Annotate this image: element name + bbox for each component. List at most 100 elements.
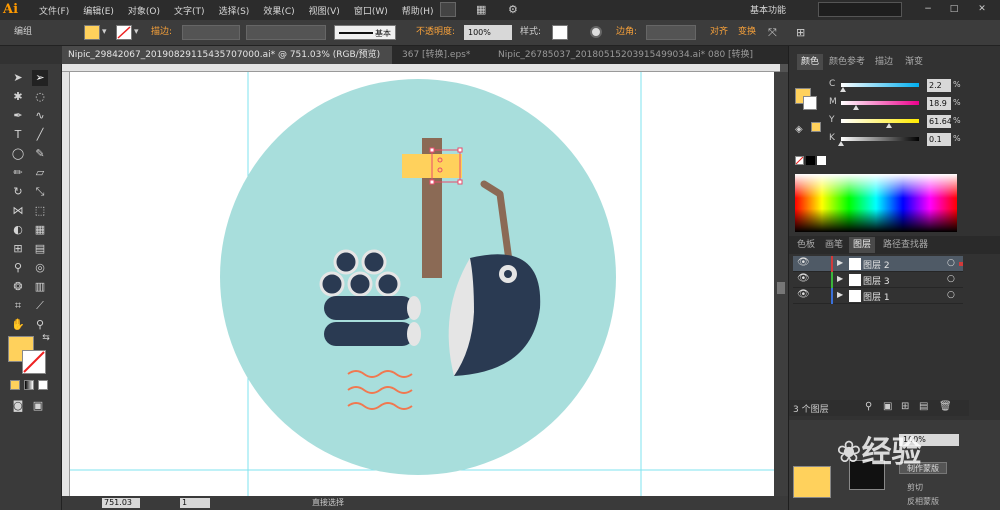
- none-swatch[interactable]: [795, 156, 804, 165]
- color-mode-button[interactable]: [10, 380, 20, 390]
- variable-width-profile[interactable]: [246, 25, 326, 40]
- recolor-artwork-icon[interactable]: [590, 26, 602, 38]
- selected-art-indicator[interactable]: [959, 262, 963, 266]
- menu-help[interactable]: 帮助(H): [402, 4, 434, 17]
- stroke-color-box[interactable]: [22, 350, 46, 374]
- line-tool-icon[interactable]: ╱: [32, 127, 48, 143]
- tab-color-guide[interactable]: 颜色参考: [825, 54, 869, 70]
- swap-fill-stroke-icon[interactable]: ⇆: [38, 330, 54, 346]
- expand-arrow-icon[interactable]: ▶: [837, 290, 843, 299]
- delete-layer-icon[interactable]: 🗑: [939, 401, 952, 412]
- none-mode-button[interactable]: [38, 380, 48, 390]
- target-circle-icon[interactable]: ○: [947, 290, 955, 300]
- tab-stroke[interactable]: 描边: [871, 54, 897, 70]
- slider-thumb[interactable]: [853, 105, 859, 110]
- new-sublayer-icon[interactable]: ⊞: [901, 401, 909, 412]
- arrange-documents-icon[interactable]: ▦: [476, 2, 494, 17]
- curvature-tool-icon[interactable]: ∿: [32, 108, 48, 124]
- menu-edit[interactable]: 编辑(E): [83, 4, 114, 17]
- type-tool-icon[interactable]: T: [10, 127, 26, 143]
- stroke-dropdown-icon[interactable]: ▾: [134, 25, 139, 40]
- transform-link[interactable]: 变换: [738, 25, 756, 40]
- gradient-mode-button[interactable]: [24, 380, 34, 390]
- invert-mask-checkbox-label[interactable]: 反相蒙版: [907, 496, 939, 507]
- layer-row-3[interactable]: 👁 ▶ 图层 3 ○: [793, 272, 963, 288]
- fill-dropdown-icon[interactable]: ▾: [102, 25, 107, 40]
- lasso-tool-icon[interactable]: ◌: [32, 89, 48, 105]
- symbol-sprayer-tool-icon[interactable]: ❂: [10, 279, 26, 295]
- tab-brushes[interactable]: 画笔: [821, 237, 847, 253]
- new-layer-icon[interactable]: ▤: [919, 401, 928, 412]
- selection-tool-icon[interactable]: ➤: [10, 70, 26, 86]
- corner-label[interactable]: 边角:: [616, 25, 637, 40]
- search-input[interactable]: [818, 2, 902, 17]
- ellipse-tool-icon[interactable]: ◯: [10, 146, 26, 162]
- tab-layers[interactable]: 图层: [849, 237, 876, 253]
- select-similar-icon[interactable]: ⊞: [796, 25, 805, 40]
- perspective-grid-tool-icon[interactable]: ▦: [32, 222, 48, 238]
- menu-effect[interactable]: 效果(C): [263, 4, 294, 17]
- isolate-group-icon[interactable]: ⤧: [768, 25, 777, 40]
- graphic-style-swatch[interactable]: [552, 25, 568, 40]
- shape-builder-tool-icon[interactable]: ◐: [10, 222, 26, 238]
- mesh-tool-icon[interactable]: ⊞: [10, 241, 26, 257]
- draw-normal-icon[interactable]: ◙: [10, 398, 26, 414]
- slider-value-field[interactable]: 61.64: [927, 115, 952, 128]
- magic-wand-tool-icon[interactable]: ✱: [10, 89, 26, 105]
- gpu-performance-icon[interactable]: ⚙: [508, 2, 524, 17]
- direct-selection-tool-icon[interactable]: ➢: [32, 70, 48, 86]
- tab-pathfinder[interactable]: 路径查找器: [879, 237, 932, 253]
- pen-tool-icon[interactable]: ✒: [10, 108, 26, 124]
- menu-file[interactable]: 文件(F): [39, 4, 69, 17]
- slice-tool-icon[interactable]: ⟋: [32, 298, 48, 314]
- vertical-scrollbar[interactable]: [774, 72, 788, 496]
- black-swatch[interactable]: [806, 156, 815, 165]
- corner-radius-field[interactable]: [646, 25, 696, 40]
- gradient-tool-icon[interactable]: ▤: [32, 241, 48, 257]
- eraser-tool-icon[interactable]: ▱: [32, 165, 48, 181]
- slider-track[interactable]: [841, 83, 919, 87]
- stroke-label[interactable]: 描边:: [151, 25, 172, 40]
- tab-document-3[interactable]: Nipic_26785037_20180515203915499034.ai*: [492, 46, 705, 64]
- pencil-tool-icon[interactable]: ✏: [10, 165, 26, 181]
- tab-gradient[interactable]: 渐变: [901, 54, 927, 70]
- locate-object-icon[interactable]: ⚲: [865, 401, 872, 412]
- target-circle-icon[interactable]: ○: [947, 274, 955, 284]
- minimize-icon[interactable]: −: [920, 2, 936, 17]
- layer-name[interactable]: 图层 1: [863, 290, 890, 303]
- layer-row-1[interactable]: 👁 ▶ 图层 1 ○: [793, 288, 963, 304]
- opacity-field[interactable]: 100%: [464, 25, 512, 40]
- color-spectrum[interactable]: [795, 174, 957, 232]
- slider-track[interactable]: [841, 119, 919, 123]
- menu-select[interactable]: 选择(S): [219, 4, 250, 17]
- align-link[interactable]: 对齐: [710, 25, 728, 40]
- artboard-number-field[interactable]: 1: [180, 498, 210, 508]
- slider-thumb[interactable]: [838, 141, 844, 146]
- fill-swatch[interactable]: [84, 25, 100, 40]
- slider-value-field[interactable]: 18.9: [927, 97, 951, 110]
- expand-arrow-icon[interactable]: ▶: [837, 274, 843, 283]
- layer-row-2[interactable]: 👁 ▶ 图层 2 ○: [793, 256, 963, 272]
- bridge-button[interactable]: [440, 2, 456, 17]
- artboard[interactable]: [70, 72, 774, 496]
- eyedropper-tool-icon[interactable]: ⚲: [10, 260, 26, 276]
- layer-name[interactable]: 图层 3: [863, 274, 890, 287]
- screen-mode-icon[interactable]: ▣: [30, 398, 46, 414]
- stroke-weight-field[interactable]: [182, 25, 240, 40]
- width-tool-icon[interactable]: ⋈: [10, 203, 26, 219]
- clipping-mask-icon[interactable]: ▣: [883, 401, 892, 412]
- menu-window[interactable]: 窗口(W): [354, 4, 388, 17]
- expand-arrow-icon[interactable]: ▶: [837, 258, 843, 267]
- slider-value-field[interactable]: 0.1: [927, 133, 951, 146]
- zoom-field[interactable]: 751.03: [102, 498, 140, 508]
- maximize-icon[interactable]: □: [946, 2, 962, 17]
- paintbrush-tool-icon[interactable]: ✎: [32, 146, 48, 162]
- menu-type[interactable]: 文字(T): [174, 4, 205, 17]
- menu-view[interactable]: 视图(V): [309, 4, 340, 17]
- rotate-tool-icon[interactable]: ↻: [10, 184, 26, 200]
- hand-tool-icon[interactable]: ✋: [10, 317, 26, 333]
- layer-name[interactable]: 图层 2: [863, 258, 890, 271]
- opacity-label[interactable]: 不透明度:: [416, 25, 455, 40]
- slider-value-field[interactable]: 2.2: [927, 79, 951, 92]
- slider-thumb[interactable]: [886, 123, 892, 128]
